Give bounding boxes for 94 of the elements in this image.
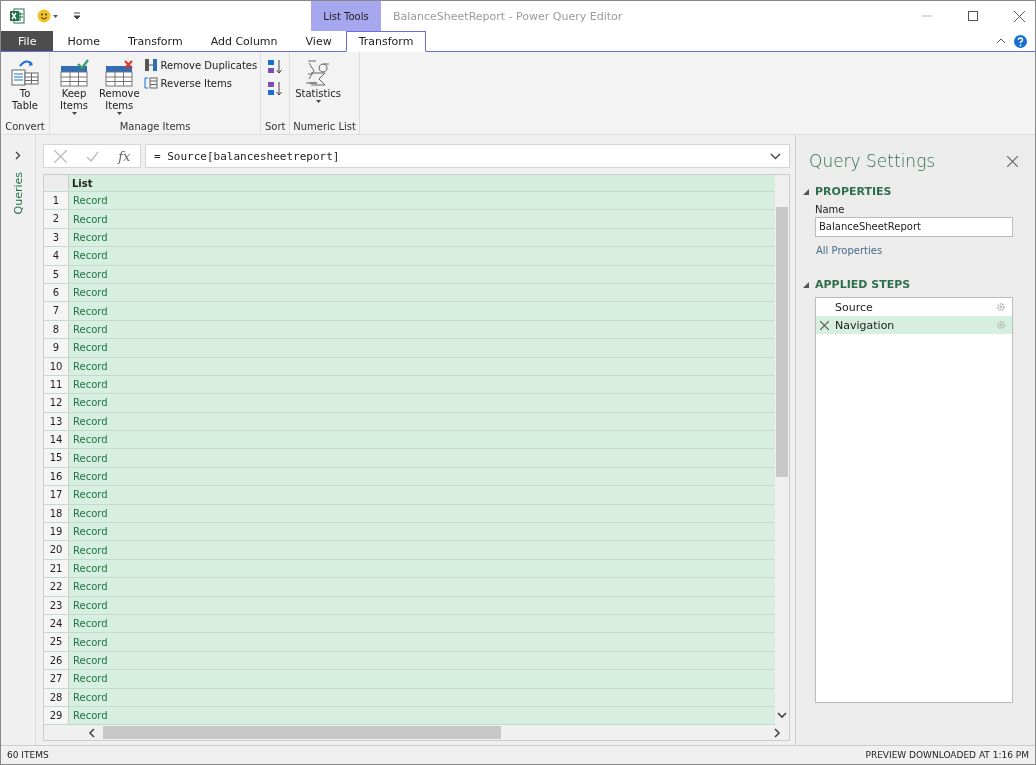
step-item[interactable]: Navigation: [816, 316, 1012, 334]
columns-icon: [143, 58, 158, 72]
table-cell: Record: [69, 486, 775, 504]
row-number: 12: [44, 394, 69, 412]
table-cell: Record: [69, 449, 775, 467]
button-label: Keep Items: [60, 88, 88, 112]
maximize-icon[interactable]: [968, 11, 978, 21]
table-cell: Record: [69, 633, 775, 651]
ribbon-tab[interactable]: File: [1, 31, 54, 51]
dropdown-caret-icon: [71, 112, 77, 115]
section-heading: APPLIED STEPS: [815, 278, 911, 291]
table-cell: Record: [69, 578, 775, 596]
ribbon-button[interactable]: Keep Items: [53, 56, 95, 121]
formula-field[interactable]: = Source[balancesheetreport]: [145, 144, 790, 168]
table-cell: Record: [69, 670, 775, 688]
collapse-triangle-icon[interactable]: [803, 281, 809, 288]
field-label: Name: [815, 204, 846, 215]
button-label: Statistics: [295, 88, 341, 100]
scroll-right-icon[interactable]: [774, 727, 781, 738]
customize-icon[interactable]: [73, 12, 81, 20]
ribbon-tab[interactable]: Home: [53, 31, 114, 51]
queries-label: Queries: [11, 172, 25, 215]
expand-caret-icon: [770, 152, 781, 160]
table-cell: Record: [69, 339, 775, 357]
table-cell: Record: [69, 192, 775, 210]
name-field[interactable]: BalanceSheetReport: [815, 217, 1013, 237]
row-number: 17: [44, 486, 69, 504]
ribbon-button[interactable]: To Table: [4, 56, 46, 121]
excel-icon[interactable]: [9, 8, 25, 24]
expand-chevron-icon: [15, 151, 21, 160]
ribbon-group-label: Manage Items: [118, 121, 192, 132]
collapse-ribbon-icon[interactable]: [996, 38, 1006, 44]
reverse-list-icon: [143, 76, 158, 90]
close-icon[interactable]: [1007, 155, 1018, 167]
collapse-triangle-icon[interactable]: [803, 188, 809, 195]
help-icon[interactable]: [1014, 34, 1027, 48]
scroll-left-icon[interactable]: [88, 727, 95, 738]
all-properties-link[interactable]: All Properties: [816, 245, 1013, 256]
check-icon[interactable]: [85, 150, 99, 162]
table-icon: [10, 58, 40, 88]
button-label: Remove Items: [99, 88, 140, 112]
row-number: 9: [44, 339, 69, 357]
step-item[interactable]: Source: [816, 298, 1012, 316]
row-number: 25: [44, 633, 69, 651]
row-number: 27: [44, 670, 69, 688]
ribbon-group-label: Numeric List: [293, 121, 356, 132]
ribbon-tab[interactable]: Transform: [113, 31, 197, 51]
row-number: 15: [44, 449, 69, 467]
table-cell: Record: [69, 541, 775, 559]
ribbon-group-label: Convert: [4, 121, 46, 132]
row-number: 7: [44, 302, 69, 320]
row-number: 14: [44, 431, 69, 449]
ribbon-group-label: Sort: [264, 121, 287, 132]
column-header[interactable]: List: [69, 175, 775, 191]
row-number: 20: [44, 541, 69, 559]
ribbon-button[interactable]: Reverse Items: [143, 76, 258, 90]
delete-icon[interactable]: [820, 320, 829, 330]
ribbon-button[interactable]: Remove Duplicates: [143, 58, 258, 72]
row-number: 4: [44, 247, 69, 265]
table-cell: Record: [69, 302, 775, 320]
ribbon-tab[interactable]: View: [291, 31, 346, 51]
dropdown-caret-icon: [315, 100, 321, 103]
ribbon-tab[interactable]: Add Column: [196, 31, 292, 51]
row-number: 2: [44, 210, 69, 228]
scroll-down-icon[interactable]: [777, 712, 787, 720]
vertical-scrollbar[interactable]: [775, 175, 789, 726]
queries-pane[interactable]: Queries: [1, 135, 36, 745]
context-tab-group: List Tools: [311, 1, 381, 31]
table-cell: Record: [69, 523, 775, 541]
panel-title: Query Settings: [809, 151, 936, 171]
sort-ascending-icon: [267, 59, 284, 75]
table-cell: Record: [69, 431, 775, 449]
window-title: BalanceSheetReport - Power Query Editor: [393, 9, 623, 23]
status-text: PREVIEW DOWNLOADED AT 1:16 PM: [865, 750, 1029, 760]
horizontal-scrollbar[interactable]: [44, 725, 789, 741]
function-label[interactable]: fx: [118, 148, 131, 164]
row-number: 22: [44, 578, 69, 596]
button-label: To Table: [12, 88, 38, 112]
dropdown-caret-icon: [116, 112, 122, 115]
ribbon-tab[interactable]: Transform: [345, 31, 427, 52]
status-text: 60 ITEMS: [7, 750, 49, 760]
row-number: 19: [44, 523, 69, 541]
close-icon[interactable]: [1014, 10, 1025, 22]
smiley-icon[interactable]: [37, 9, 61, 23]
table-cross-icon: [104, 58, 135, 88]
table-check-icon: [59, 58, 89, 88]
ribbon-button[interactable]: Statistics: [293, 56, 343, 121]
row-number: 1: [44, 192, 69, 210]
table-cell: Record: [69, 247, 775, 265]
ribbon-button[interactable]: Remove Items: [97, 56, 142, 121]
table-cell: Record: [69, 210, 775, 228]
section-heading: PROPERTIES: [815, 185, 892, 198]
sort-descending-icon: [267, 81, 284, 97]
table-cell: Record: [69, 394, 775, 412]
